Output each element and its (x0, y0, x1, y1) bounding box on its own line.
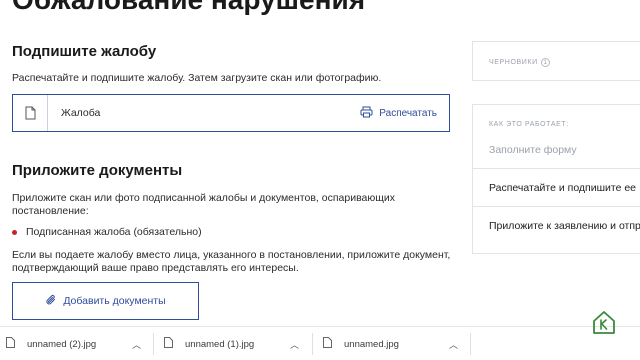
downloads-divider (470, 333, 471, 355)
print-button[interactable]: Распечатать (360, 106, 437, 121)
step-fill-form: Заполните форму (489, 144, 577, 156)
sign-heading: Подпишите жалобу (12, 43, 157, 60)
required-bullet (12, 229, 17, 235)
complaint-file-row: Жалоба Распечатать (12, 94, 450, 132)
step-print-sign: Распечатайте и подпишите ее (489, 182, 637, 194)
downloads-bar: unnamed (2).jpg ︿ unnamed (1).jpg ︿ unna… (0, 326, 640, 360)
required-item-label: Подписанная жалоба (обязательно) (26, 226, 202, 238)
chevron-up-icon[interactable]: ︿ (132, 338, 141, 351)
download-item[interactable]: unnamed.jpg ︿ (323, 327, 467, 360)
required-item: Подписанная жалоба (обязательно) (12, 226, 202, 238)
complaint-file-name: Жалоба (61, 107, 101, 119)
file-icon (164, 337, 173, 351)
paperclip-icon (45, 294, 57, 309)
step-divider (473, 168, 640, 169)
add-documents-button[interactable]: Добавить документы (12, 282, 199, 320)
documents-instruction-line2: постановление: (12, 205, 89, 217)
add-documents-label: Добавить документы (63, 295, 166, 307)
step-attach: Приложите к заявлению и отпра (489, 220, 640, 232)
file-icon (6, 337, 15, 351)
print-label: Распечатать (379, 108, 437, 119)
printer-icon (360, 106, 373, 121)
drafts-count-badge: 1 (540, 58, 550, 67)
document-icon (13, 95, 48, 131)
download-item[interactable]: unnamed (2).jpg ︿ (6, 327, 150, 360)
drafts-panel[interactable]: ЧЕРНОВИКИ 1 (472, 41, 640, 81)
sign-instruction: Распечатайте и подпишите жалобу. Затем з… (12, 72, 382, 84)
downloads-divider (153, 333, 154, 355)
step-divider (473, 206, 640, 207)
download-file-name: unnamed (1).jpg (185, 338, 255, 350)
chevron-up-icon[interactable]: ︿ (449, 338, 458, 351)
representative-note-line1: Если вы подаете жалобу вместо лица, указ… (12, 249, 451, 261)
how-it-works-panel: КАК ЭТО РАБОТАЕТ: Заполните форму Распеч… (472, 104, 640, 254)
documents-instruction-line1: Приложите скан или фото подписанной жало… (12, 192, 396, 204)
page-title: Обжалование нарушения (12, 0, 365, 16)
downloads-divider (312, 333, 313, 355)
house-logo-icon (592, 310, 616, 336)
download-item[interactable]: unnamed (1).jpg ︿ (164, 327, 308, 360)
how-it-works-label: КАК ЭТО РАБОТАЕТ: (489, 121, 569, 128)
download-file-name: unnamed (2).jpg (27, 338, 97, 350)
file-icon (323, 337, 332, 351)
documents-heading: Приложите документы (12, 162, 183, 179)
chevron-up-icon[interactable]: ︿ (290, 338, 299, 351)
drafts-label: ЧЕРНОВИКИ (489, 59, 538, 66)
download-file-name: unnamed.jpg (344, 338, 399, 350)
representative-note-line2: подтверждающий ваше право представлять е… (12, 262, 299, 274)
